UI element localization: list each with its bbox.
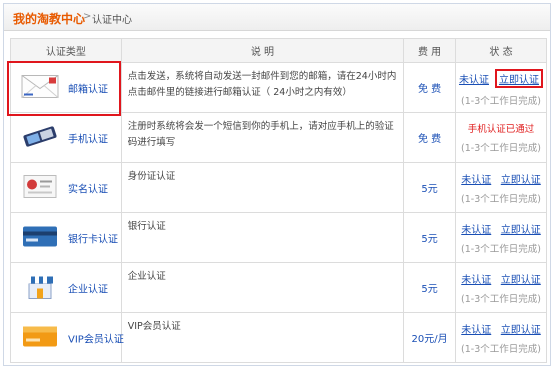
status-note: (1-3个工作日完成)	[461, 143, 541, 154]
status-cell: 未认证 立即认证 (1-3个工作日完成)	[454, 262, 548, 313]
verify-now-link[interactable]: 立即认证	[501, 325, 541, 336]
verify-now-link[interactable]: 立即认证	[501, 175, 541, 186]
type-label-phone[interactable]: 手机认证	[68, 130, 108, 145]
description-cell: VIP会员认证	[120, 312, 405, 363]
header-type: 认证类型	[10, 38, 122, 63]
header-description: 说 明	[120, 38, 405, 63]
type-label-vip[interactable]: VIP会员认证	[68, 330, 124, 345]
fee-cell: 免 费	[403, 62, 456, 113]
description-cell: 点击发送，系统将自动发送一封邮件到您的邮箱，请在24小时内点击邮件里的链接进行邮…	[120, 62, 405, 113]
status-unverified-link[interactable]: 未认证	[461, 175, 491, 186]
verify-now-link[interactable]: 立即认证	[501, 225, 541, 236]
status-note: (1-3个工作日完成)	[461, 343, 541, 355]
status-unverified-link[interactable]: 未认证	[461, 225, 491, 236]
description-cell: 注册时系统将会发一个短信到你的手机上，请对应手机上的验证码进行填写	[120, 112, 405, 163]
status-cell: 未认证 立即认证 (1-3个工作日完成)	[454, 162, 548, 213]
type-cell: 实名认证	[10, 162, 122, 213]
fee-cell: 5元	[403, 262, 456, 313]
header-fee: 费 用	[403, 38, 456, 63]
mobile-phone-icon	[21, 124, 59, 151]
panel-header: 我的淘教中心 > 认证中心	[4, 4, 550, 31]
phone-verified-text: 手机认证已通过	[467, 124, 535, 135]
fee-cell: 5元	[403, 212, 456, 263]
fee-cell: 20元/月	[403, 312, 456, 363]
description-cell: 银行认证	[120, 212, 405, 263]
status-cell: 手机认证已通过 (1-3个工作日完成)	[454, 112, 548, 163]
type-label-enterprise[interactable]: 企业认证	[68, 280, 108, 295]
bank-card-icon	[21, 223, 59, 252]
status-unverified-link[interactable]: 未认证	[461, 325, 491, 336]
table-row-realname: 实名认证 身份证认证 5元 未认证 立即认证 (1-3个工作日完成)	[10, 162, 548, 213]
verify-now-button-highlight: 立即认证	[494, 68, 543, 88]
status-unverified-link[interactable]: 未认证	[461, 275, 491, 286]
fee-cell: 5元	[403, 162, 456, 213]
table-header-row: 认证类型 说 明 费 用 状 态	[10, 38, 548, 63]
status-unverified-link[interactable]: 未认证	[459, 75, 489, 86]
type-cell: 银行卡认证	[10, 212, 122, 263]
status-note: (1-3个工作日完成)	[461, 95, 541, 107]
breadcrumb-home-link[interactable]: 我的淘教中心	[13, 10, 85, 27]
breadcrumb-current: 认证中心	[92, 15, 132, 26]
certification-panel: 我的淘教中心 > 认证中心 认证类型 说 明 费 用 状 态 邮箱认证 点击发送…	[3, 3, 551, 366]
table-row-email: 邮箱认证 点击发送，系统将自动发送一封邮件到您的邮箱，请在24小时内点击邮件里的…	[10, 62, 548, 113]
type-cell: 企业认证	[10, 262, 122, 313]
verify-now-link[interactable]: 立即认证	[499, 75, 539, 86]
description-cell: 企业认证	[120, 262, 405, 313]
status-note: (1-3个工作日完成)	[461, 293, 541, 305]
type-cell: 邮箱认证	[10, 62, 122, 113]
status-cell: 未认证 立即认证 (1-3个工作日完成)	[454, 312, 548, 363]
storefront-icon	[25, 272, 55, 303]
status-cell: 未认证 立即认证 (1-3个工作日完成)	[454, 212, 548, 263]
id-card-icon	[21, 173, 59, 202]
table-row-vip: VIP会员认证 VIP会员认证 20元/月 未认证 立即认证 (1-3个工作日完…	[10, 312, 548, 363]
table-row-enterprise: 企业认证 企业认证 5元 未认证 立即认证 (1-3个工作日完成)	[10, 262, 548, 313]
status-note: (1-3个工作日完成)	[461, 193, 541, 205]
certification-table: 认证类型 说 明 费 用 状 态 邮箱认证 点击发送，系统将自动发送一封邮件到您…	[10, 38, 548, 363]
status-note: (1-3个工作日完成)	[461, 243, 541, 255]
type-label-realname[interactable]: 实名认证	[68, 180, 108, 195]
type-label-bankcard[interactable]: 银行卡认证	[68, 230, 118, 245]
verify-now-link[interactable]: 立即认证	[501, 275, 541, 286]
table-row-phone: 手机认证 注册时系统将会发一个短信到你的手机上，请对应手机上的验证码进行填写 免…	[10, 112, 548, 163]
fee-cell: 免 费	[403, 112, 456, 163]
breadcrumb-separator: >	[83, 11, 92, 22]
vip-card-icon	[21, 323, 59, 352]
header-status: 状 态	[454, 38, 548, 63]
type-label-email[interactable]: 邮箱认证	[68, 80, 108, 95]
description-cell: 身份证认证	[120, 162, 405, 213]
type-cell: VIP会员认证	[10, 312, 124, 363]
table-row-bankcard: 银行卡认证 银行认证 5元 未认证 立即认证 (1-3个工作日完成)	[10, 212, 548, 263]
status-cell: 未认证 立即认证 (1-3个工作日完成)	[454, 62, 548, 113]
type-cell: 手机认证	[10, 112, 122, 163]
mail-envelope-icon	[21, 73, 59, 102]
